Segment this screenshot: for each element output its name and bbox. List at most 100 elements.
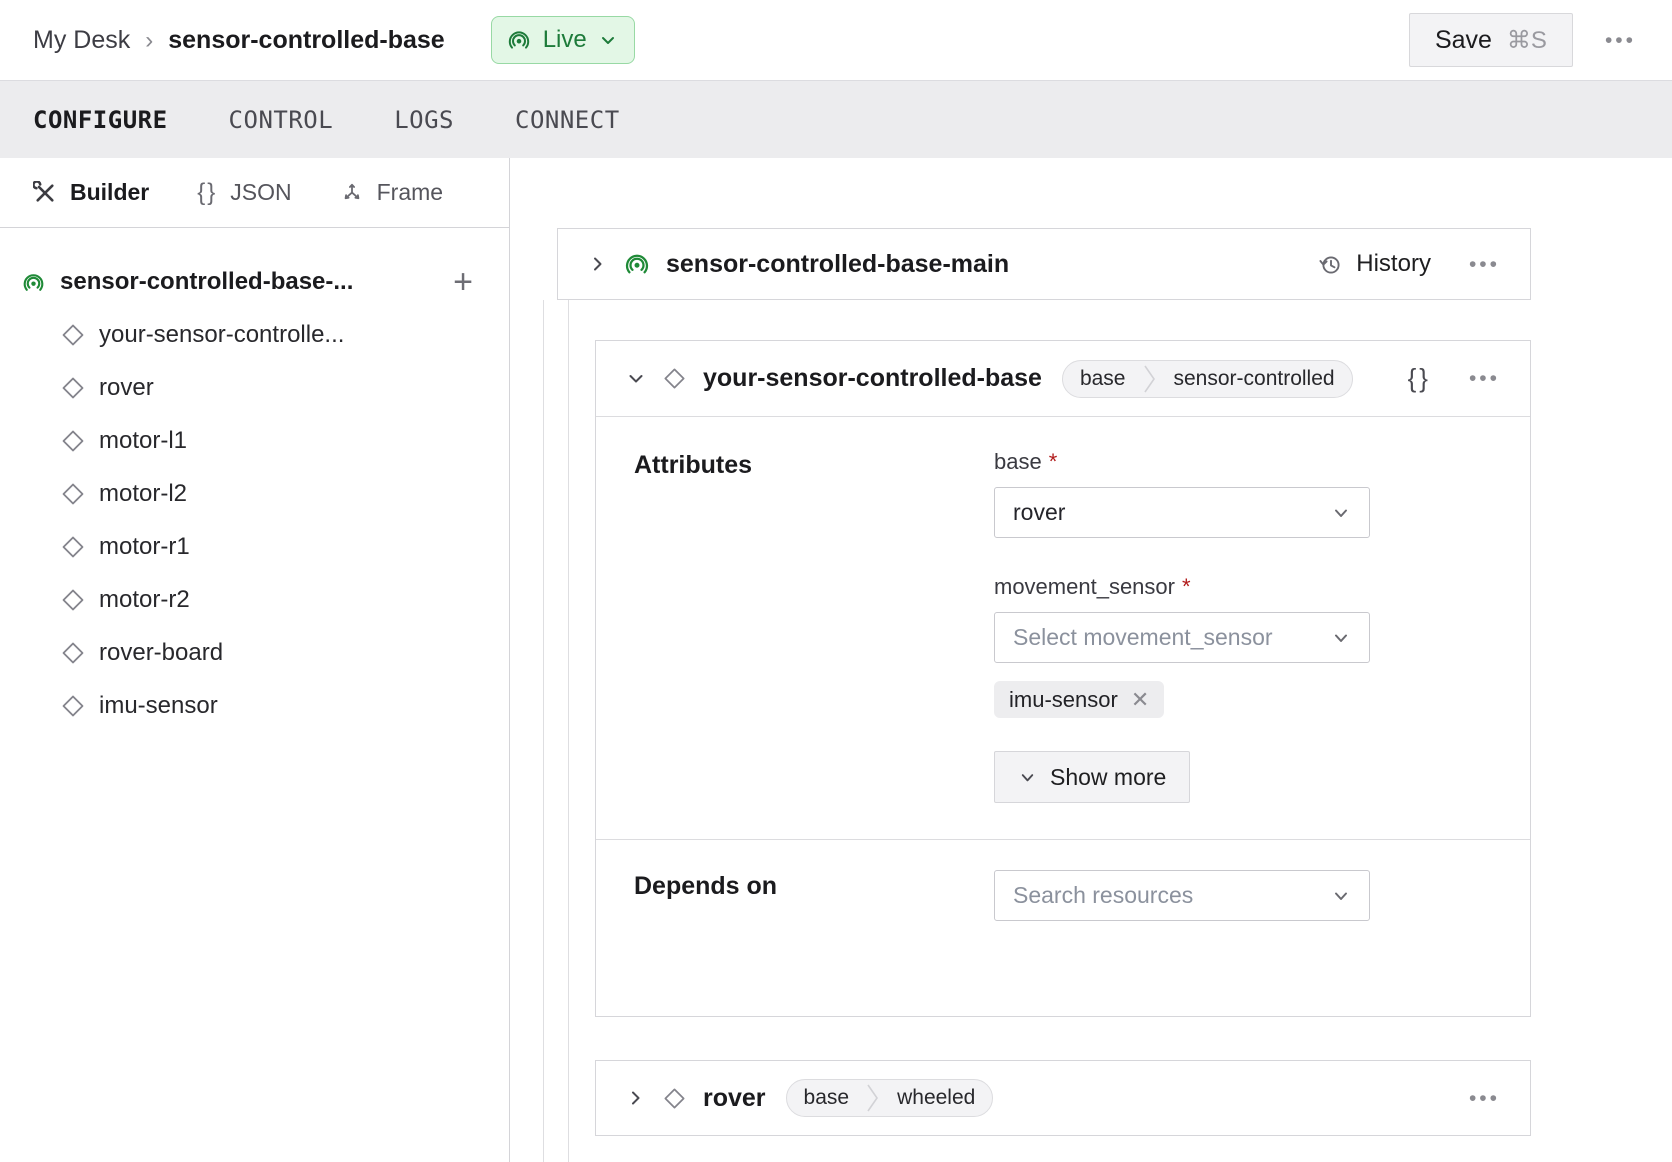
resource-tree: sensor-controlled-base-... + your-sensor… — [0, 228, 509, 732]
selected-sensor-chip: imu-sensor ✕ — [994, 681, 1164, 718]
badge-type: base — [1063, 367, 1143, 391]
tree-item-label: motor-r1 — [99, 533, 190, 561]
component-card-overflow-menu-icon[interactable]: ••• — [1469, 368, 1500, 389]
mode-frame[interactable]: Frame — [340, 179, 443, 206]
nesting-rail — [543, 300, 544, 1162]
live-status-label: Live — [543, 26, 587, 54]
config-sidebar: Builder {} JSON Frame — [0, 158, 510, 1162]
history-button-label: History — [1356, 250, 1431, 278]
app-window: My Desk › sensor-controlled-base Live S — [0, 0, 1672, 1162]
broadcast-icon — [624, 251, 650, 277]
mode-builder[interactable]: Builder — [33, 179, 149, 206]
broadcast-icon — [507, 28, 531, 52]
mode-json-label: JSON — [230, 179, 291, 206]
tree-item-label: your-sensor-controlle... — [99, 321, 344, 349]
component-diamond-icon — [60, 693, 86, 719]
header-overflow-menu-icon[interactable]: ••• — [1605, 30, 1636, 51]
badge-type: base — [787, 1086, 867, 1110]
tab-connect[interactable]: CONNECT — [515, 106, 620, 134]
tab-logs[interactable]: LOGS — [394, 106, 454, 134]
part-card-overflow-menu-icon[interactable]: ••• — [1469, 254, 1500, 275]
base-select[interactable]: rover — [994, 487, 1370, 538]
attributes-section: Attributes base * rover — [596, 417, 1530, 803]
tab-configure[interactable]: CONFIGURE — [33, 106, 168, 134]
depends-on-select[interactable]: Search resources — [994, 870, 1370, 921]
base-field: base * rover — [994, 449, 1370, 538]
tree-item-motor-r1[interactable]: motor-r1 — [0, 520, 509, 573]
component-type-badge: base wheeled — [786, 1079, 994, 1117]
badge-divider-chevron-icon — [1143, 360, 1157, 398]
tree-item-motor-l2[interactable]: motor-l2 — [0, 467, 509, 520]
tree-item-motor-r2[interactable]: motor-r2 — [0, 573, 509, 626]
save-button[interactable]: Save ⌘S — [1409, 13, 1573, 67]
chip-remove-icon[interactable]: ✕ — [1131, 687, 1149, 713]
attributes-heading: Attributes — [634, 449, 994, 803]
chevron-right-icon[interactable] — [626, 1088, 646, 1108]
tree-item-your-sensor-controlled-base[interactable]: your-sensor-controlle... — [0, 308, 509, 361]
chevron-down-icon — [599, 31, 617, 49]
history-button[interactable]: History — [1318, 250, 1431, 278]
tree-item-rover-board[interactable]: rover-board — [0, 626, 509, 679]
component-type-badge: base sensor-controlled — [1062, 360, 1353, 398]
chevron-down-icon — [1018, 768, 1037, 787]
required-marker: * — [1049, 449, 1058, 475]
rover-card-title: rover — [703, 1084, 766, 1113]
frame-axes-icon — [340, 181, 364, 205]
chevron-right-icon[interactable] — [588, 254, 608, 274]
tree-item-label: motor-r2 — [99, 586, 190, 614]
tree-item-label: motor-l2 — [99, 480, 187, 508]
top-header: My Desk › sensor-controlled-base Live S — [0, 0, 1672, 80]
page-tabs: CONFIGURE CONTROL LOGS CONNECT — [0, 80, 1672, 158]
broadcast-icon — [22, 271, 45, 294]
movement-sensor-select[interactable]: Select movement_sensor — [994, 612, 1370, 663]
chip-label: imu-sensor — [1009, 687, 1118, 713]
component-diamond-icon — [662, 1086, 687, 1111]
show-more-button[interactable]: Show more — [994, 751, 1190, 803]
movement-sensor-placeholder: Select movement_sensor — [1013, 624, 1273, 651]
mode-json[interactable]: {} JSON — [197, 179, 291, 207]
badge-model: sensor-controlled — [1157, 367, 1352, 391]
header-actions: Save ⌘S ••• — [1409, 13, 1636, 67]
component-diamond-icon — [60, 322, 86, 348]
component-diamond-icon — [60, 375, 86, 401]
chevron-down-icon[interactable] — [626, 369, 646, 389]
tree-item-motor-l1[interactable]: motor-l1 — [0, 414, 509, 467]
rover-card-overflow-menu-icon[interactable]: ••• — [1469, 1088, 1500, 1109]
view-mode-switcher: Builder {} JSON Frame — [0, 158, 509, 228]
nesting-rail — [568, 300, 569, 1162]
component-diamond-icon — [60, 534, 86, 560]
depends-on-heading: Depends on — [634, 870, 994, 921]
breadcrumb-current: sensor-controlled-base — [168, 26, 444, 55]
badge-model: wheeled — [880, 1086, 992, 1110]
component-card-rover: rover base wheeled ••• — [595, 1060, 1531, 1136]
component-diamond-icon — [60, 428, 86, 454]
history-clock-icon — [1318, 252, 1343, 277]
edit-json-icon[interactable]: {} — [1408, 363, 1431, 394]
tree-item-label: rover — [99, 374, 154, 402]
component-diamond-icon — [60, 481, 86, 507]
depends-on-placeholder: Search resources — [1013, 882, 1193, 909]
live-status-dropdown[interactable]: Live — [491, 16, 635, 64]
add-resource-button[interactable]: + — [453, 265, 473, 299]
chevron-down-icon — [1331, 503, 1351, 523]
movement-sensor-field: movement_sensor * Select movement_sensor — [994, 574, 1370, 718]
depends-on-section: Depends on Search resources — [596, 840, 1530, 1016]
tree-item-imu-sensor[interactable]: imu-sensor — [0, 679, 509, 732]
part-card: sensor-controlled-base-main History — [557, 228, 1531, 300]
tree-item-rover[interactable]: rover — [0, 361, 509, 414]
component-card-title: your-sensor-controlled-base — [703, 364, 1042, 393]
component-diamond-icon — [60, 640, 86, 666]
breadcrumb-separator-icon: › — [145, 25, 153, 55]
tree-item-label: motor-l1 — [99, 427, 187, 455]
tab-control[interactable]: CONTROL — [229, 106, 334, 134]
tools-icon — [33, 181, 57, 205]
base-field-label: base — [994, 449, 1042, 475]
breadcrumb-parent[interactable]: My Desk — [33, 26, 130, 55]
tree-root-part[interactable]: sensor-controlled-base-... + — [0, 256, 509, 308]
chevron-down-icon — [1331, 886, 1351, 906]
breadcrumb: My Desk › sensor-controlled-base — [33, 25, 445, 55]
chevron-down-icon — [1331, 628, 1351, 648]
mode-frame-label: Frame — [377, 179, 443, 206]
component-diamond-icon — [60, 587, 86, 613]
show-more-label: Show more — [1050, 764, 1166, 791]
